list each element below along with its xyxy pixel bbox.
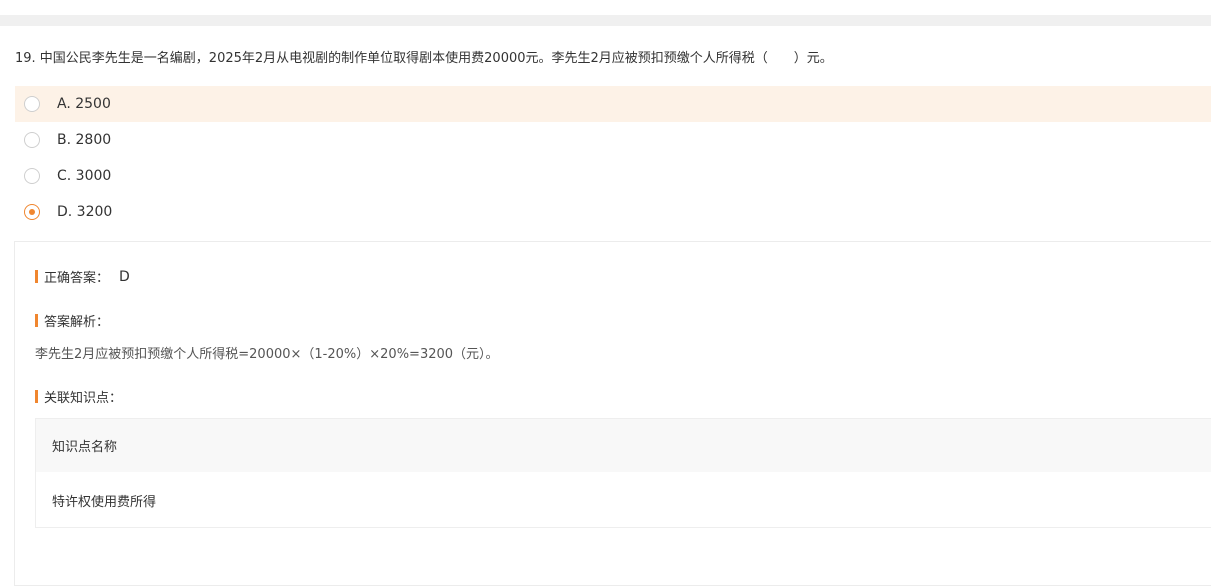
- table-cell: 特许权使用费所得: [52, 494, 157, 510]
- table-header-cell: 知识点名称: [52, 440, 118, 455]
- analysis-text: 李先生2月应被预扣预缴个人所得税=20000×（1-20%）×20%=3200（…: [35, 347, 499, 362]
- radio-icon[interactable]: [24, 132, 40, 148]
- answer-panel: [14, 241, 1211, 586]
- knowledge-label: 关联知识点：: [44, 391, 123, 406]
- option-label: C. 3000: [57, 168, 112, 184]
- section-marker: [35, 390, 38, 403]
- correct-answer-value: D: [119, 268, 130, 285]
- section-marker: [35, 270, 38, 283]
- correct-answer-label: 正确答案：: [44, 271, 110, 286]
- option-d[interactable]: D. 3200: [15, 194, 1211, 230]
- option-label: A. 2500: [57, 96, 111, 112]
- radio-icon[interactable]: [24, 96, 40, 112]
- correct-answer-section: 正确答案： D: [35, 267, 130, 286]
- radio-icon[interactable]: [24, 168, 40, 184]
- option-label: D. 3200: [57, 204, 113, 220]
- table-row: 特许权使用费所得: [36, 472, 1211, 528]
- knowledge-table: 知识点名称 特许权使用费所得: [35, 418, 1211, 528]
- option-a[interactable]: A. 2500: [15, 86, 1211, 122]
- knowledge-section: 关联知识点：: [35, 387, 122, 406]
- section-marker: [35, 314, 38, 327]
- question-text: 19. 中国公民李先生是一名编剧，2025年2月从电视剧的制作单位取得剧本使用费…: [15, 51, 833, 66]
- option-b[interactable]: B. 2800: [15, 122, 1211, 158]
- analysis-section: 答案解析：: [35, 311, 109, 330]
- option-label: B. 2800: [57, 132, 112, 148]
- table-header: 知识点名称: [36, 419, 1211, 472]
- radio-checked-icon[interactable]: [24, 204, 40, 220]
- analysis-label: 答案解析：: [44, 315, 110, 330]
- top-divider-bar: [0, 15, 1211, 26]
- option-c[interactable]: C. 3000: [15, 158, 1211, 194]
